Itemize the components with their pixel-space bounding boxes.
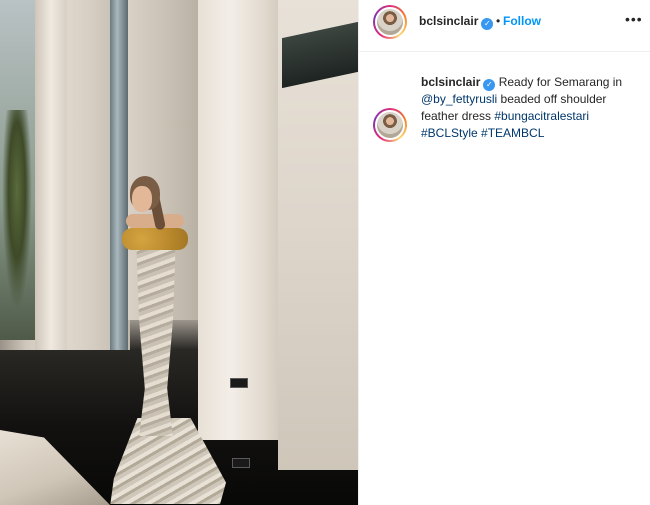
caption-text: bclsinclair ✓ Ready for Semarang in @by_f… xyxy=(421,74,641,142)
photo-plant xyxy=(2,110,32,310)
post-sidebar: bclsinclair ✓ • Follow ••• bclsinclair ✓ R… xyxy=(358,0,650,505)
follow-button[interactable]: Follow xyxy=(503,14,541,28)
post-photo[interactable] xyxy=(0,0,358,505)
hashtag-link[interactable]: #BCLStyle xyxy=(421,126,478,140)
photo-pillar xyxy=(35,0,67,370)
photo-socket xyxy=(232,458,250,468)
dress xyxy=(136,246,176,436)
hashtag-link[interactable]: #bungacitralestari xyxy=(494,109,589,123)
face xyxy=(132,186,152,212)
hashtag-link[interactable]: #TEAMBCL xyxy=(481,126,544,140)
more-options-icon[interactable]: ••• xyxy=(625,11,643,27)
author-username[interactable]: bclsinclair ✓ xyxy=(419,14,494,30)
caption-username[interactable]: bclsinclair xyxy=(421,75,480,89)
author-username-text[interactable]: bclsinclair xyxy=(419,14,478,28)
verified-badge-icon: ✓ xyxy=(481,18,494,30)
caption-avatar[interactable] xyxy=(373,108,407,142)
post-header: bclsinclair ✓ • Follow ••• xyxy=(359,0,650,52)
avatar-image xyxy=(375,7,405,37)
separator-dot: • xyxy=(496,14,501,28)
verified-badge-icon: ✓ xyxy=(483,79,496,91)
caption-text-before: Ready for Semarang in xyxy=(495,75,623,89)
photo-person xyxy=(108,170,228,505)
mention-link[interactable]: @by_fettyrusli xyxy=(421,92,497,106)
photo-socket xyxy=(230,378,248,388)
feather-trim xyxy=(122,228,188,250)
author-avatar[interactable] xyxy=(373,5,407,39)
avatar-image xyxy=(375,110,405,140)
